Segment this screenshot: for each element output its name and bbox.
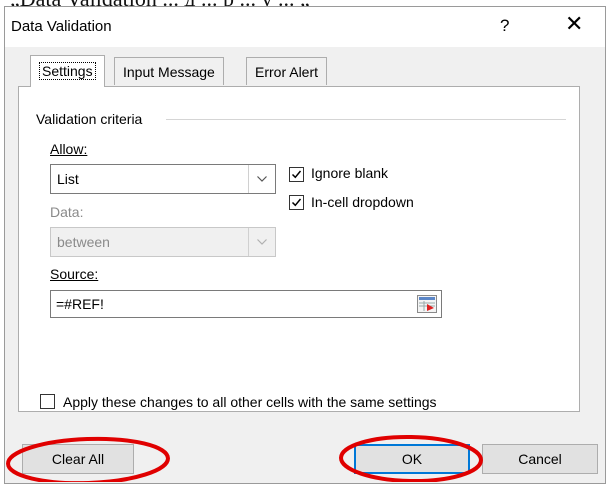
tab-settings-label: Settings xyxy=(39,62,96,80)
clear-all-annotation-ellipse xyxy=(6,436,170,482)
tab-settings[interactable]: Settings xyxy=(30,55,105,87)
ok-annotation-ellipse xyxy=(339,434,483,482)
